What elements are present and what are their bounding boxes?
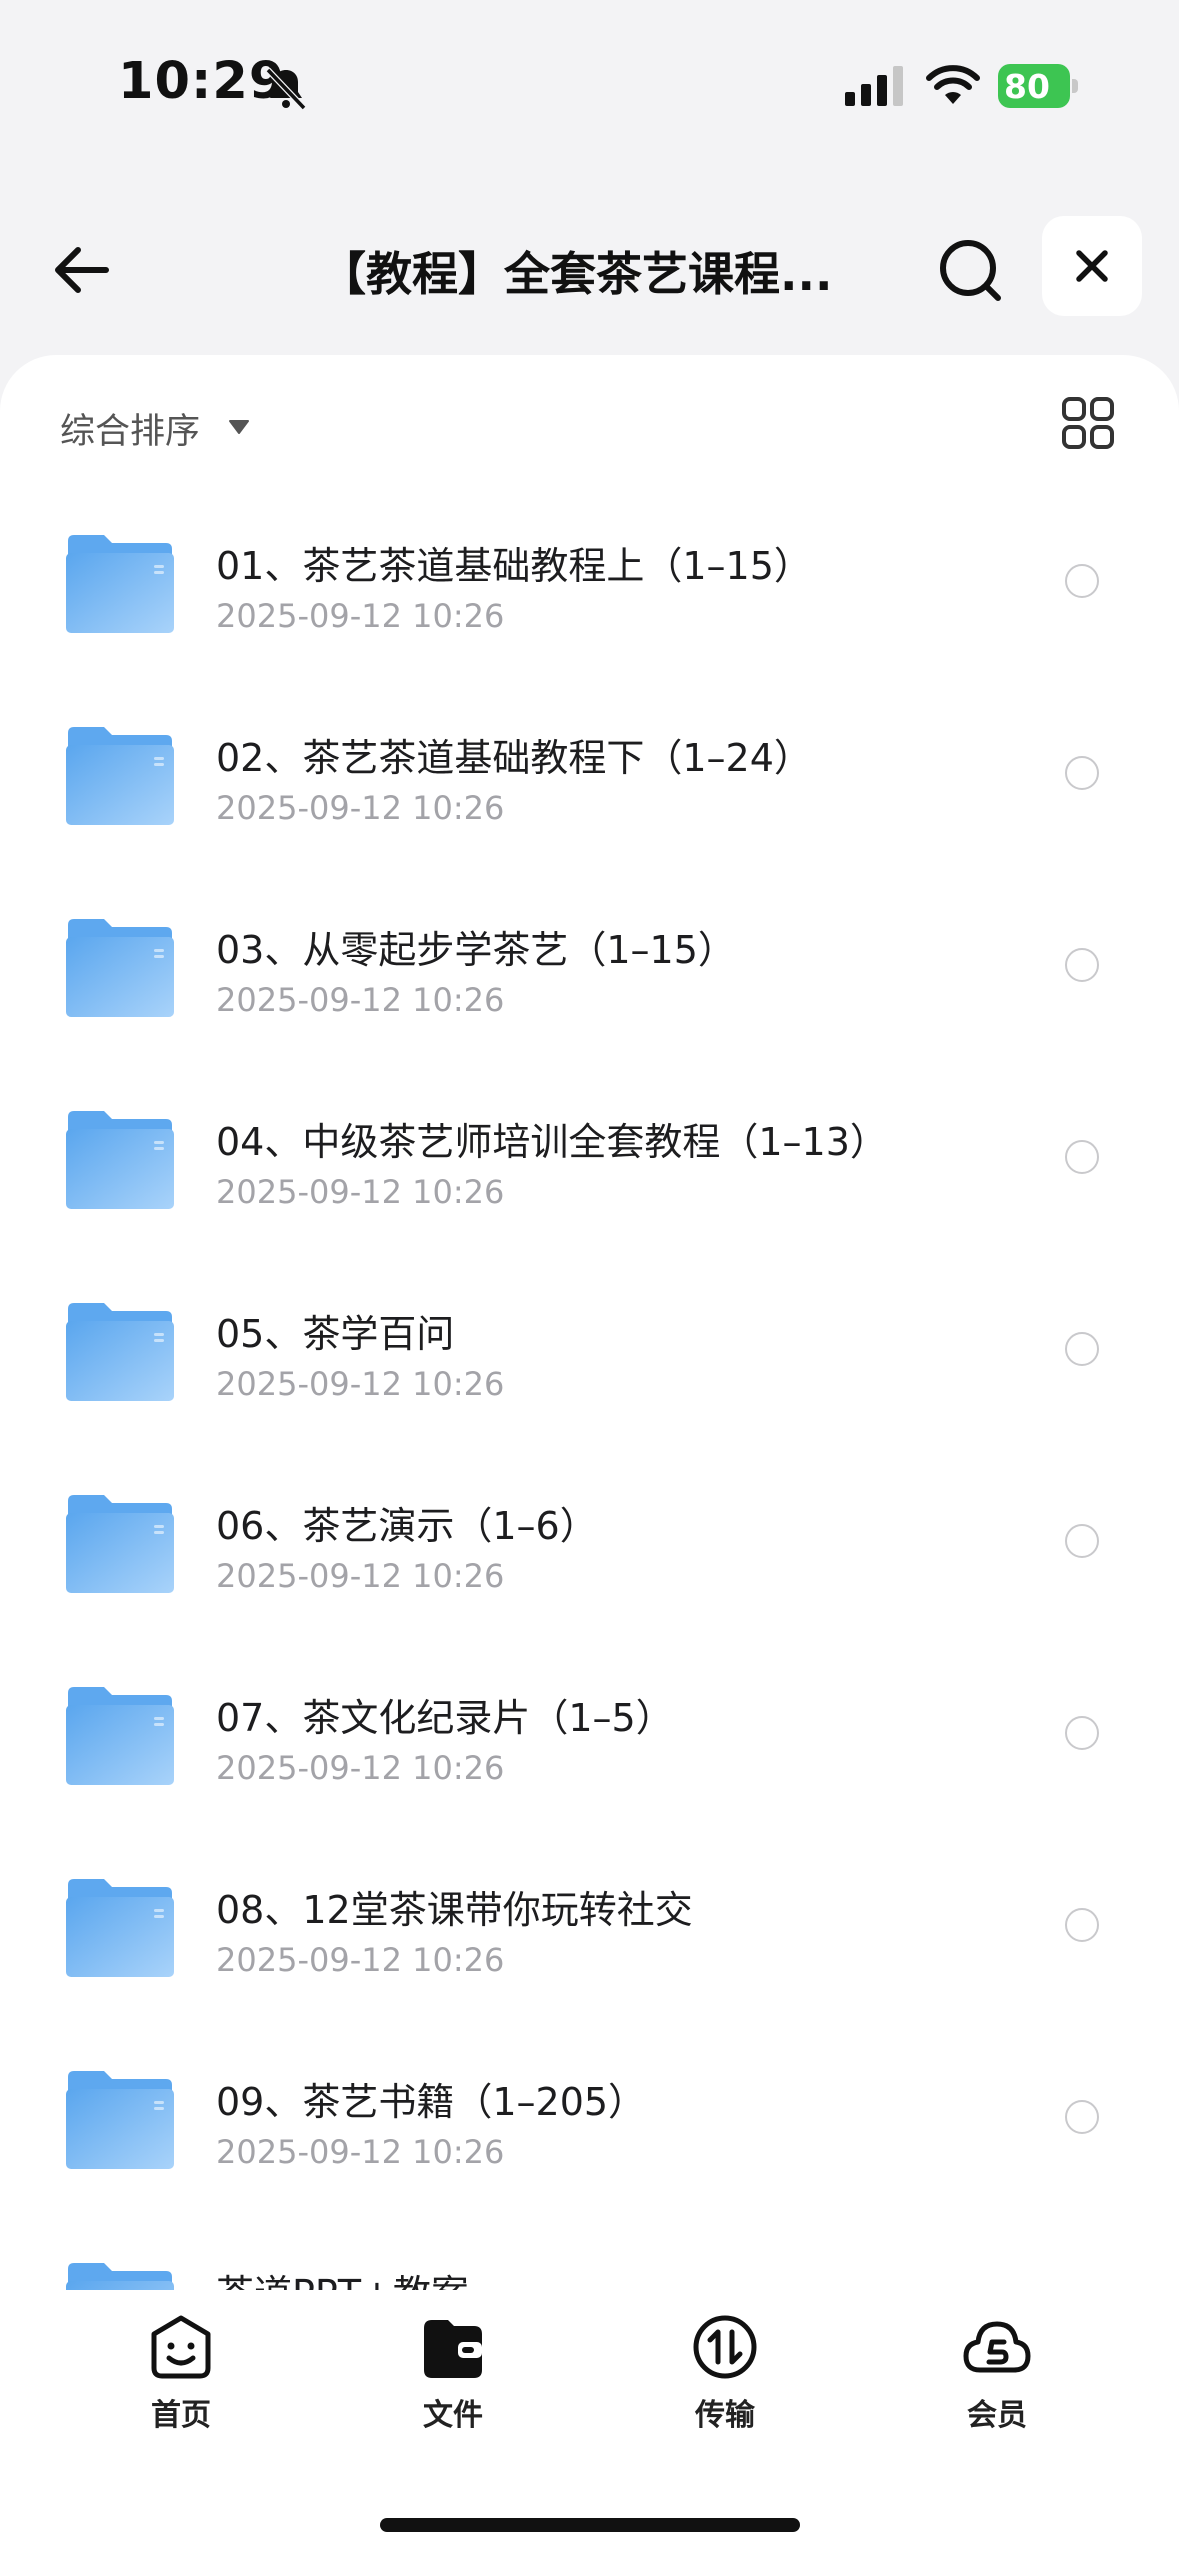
folder-icon — [64, 1685, 176, 1787]
wifi-icon — [926, 65, 980, 104]
file-name: 09、茶艺书籍（1–205） — [216, 2080, 647, 2124]
home-indicator — [380, 2518, 800, 2532]
file-browser-panel: 综合排序 01、茶艺茶道基础教程上（1–15） 2025-09-12 10:26 0… — [0, 355, 1179, 2556]
tab-files[interactable]: 文件 — [373, 2312, 533, 2433]
cellular-signal-icon — [845, 66, 903, 106]
select-radio[interactable] — [1065, 1140, 1099, 1174]
page-title: 【教程】全套茶艺课程... — [320, 247, 833, 301]
back-arrow-icon[interactable] — [44, 232, 120, 308]
file-date: 2025-09-12 10:26 — [216, 1941, 505, 1979]
sort-dropdown[interactable]: 综合排序 — [60, 403, 200, 454]
file-date: 2025-09-12 10:26 — [216, 1557, 505, 1595]
transfer-arrows-icon — [693, 2315, 757, 2379]
select-radio[interactable] — [1065, 1524, 1099, 1558]
file-date: 2025-09-12 10:26 — [216, 1173, 505, 1211]
file-list: 01、茶艺茶道基础教程上（1–15） 2025-09-12 10:26 02、茶艺茶… — [0, 500, 1179, 2295]
battery-indicator: 80 — [998, 64, 1080, 108]
folder-icon — [64, 1301, 176, 1403]
caret-down-icon[interactable] — [228, 419, 250, 435]
file-name: 02、茶艺茶道基础教程下（1–24） — [216, 736, 812, 780]
select-radio[interactable] — [1065, 1332, 1099, 1366]
select-radio[interactable] — [1065, 2100, 1099, 2134]
tab-transfer[interactable]: 传输 — [645, 2312, 805, 2433]
wallet-folder-icon — [424, 2320, 482, 2378]
bell-muted-icon — [265, 67, 307, 111]
file-name: 05、茶学百问 — [216, 1312, 455, 1356]
folder-icon — [64, 917, 176, 1019]
file-name: 01、茶艺茶道基础教程上（1–15） — [216, 544, 812, 588]
file-row[interactable]: 08、12堂茶课带你玩转社交 2025-09-12 10:26 — [0, 1844, 1179, 2036]
select-radio[interactable] — [1065, 564, 1099, 598]
file-name: 04、中级茶艺师培训全套教程（1–13） — [216, 1120, 888, 1164]
file-row[interactable]: 05、茶学百问 2025-09-12 10:26 — [0, 1268, 1179, 1460]
folder-icon — [64, 533, 176, 635]
file-row[interactable]: 02、茶艺茶道基础教程下（1–24） 2025-09-12 10:26 — [0, 692, 1179, 884]
tab-bar: 首页 文件 传输 会员 — [0, 2290, 1179, 2556]
file-row[interactable]: 07、茶文化纪录片（1–5） 2025-09-12 10:26 — [0, 1652, 1179, 1844]
file-date: 2025-09-12 10:26 — [216, 981, 505, 1019]
select-radio[interactable] — [1065, 756, 1099, 790]
grid-view-icon[interactable] — [1060, 395, 1116, 451]
select-radio[interactable] — [1065, 948, 1099, 982]
tab-home-label: 首页 — [151, 2398, 211, 2433]
close-button[interactable] — [1042, 216, 1142, 316]
select-radio[interactable] — [1065, 1908, 1099, 1942]
file-name: 06、茶艺演示（1–6） — [216, 1504, 598, 1548]
file-row[interactable]: 06、茶艺演示（1–6） 2025-09-12 10:26 — [0, 1460, 1179, 1652]
file-date: 2025-09-12 10:26 — [216, 789, 505, 827]
close-icon — [1076, 250, 1108, 282]
tab-home[interactable]: 首页 — [101, 2312, 261, 2433]
tab-member-label: 会员 — [967, 2398, 1027, 2433]
folder-icon — [64, 2069, 176, 2171]
file-date: 2025-09-12 10:26 — [216, 2133, 505, 2171]
battery-level: 80 — [1004, 67, 1050, 106]
tab-member[interactable]: 会员 — [917, 2312, 1077, 2433]
file-row[interactable]: 01、茶艺茶道基础教程上（1–15） 2025-09-12 10:26 — [0, 500, 1179, 692]
file-row[interactable]: 09、茶艺书籍（1–205） 2025-09-12 10:26 — [0, 2036, 1179, 2228]
file-date: 2025-09-12 10:26 — [216, 1749, 505, 1787]
file-name: 07、茶文化纪录片（1–5） — [216, 1696, 674, 1740]
folder-icon — [64, 725, 176, 827]
file-date: 2025-09-12 10:26 — [216, 1365, 505, 1403]
cloud-member-icon — [963, 2321, 1031, 2373]
status-bar: 10:29 80 — [0, 0, 1179, 175]
folder-icon — [64, 1493, 176, 1595]
folder-icon — [64, 1877, 176, 1979]
file-row[interactable]: 茶道PPT+教案 — [0, 2228, 1179, 2295]
smiley-home-icon — [151, 2315, 211, 2379]
status-time: 10:29 — [118, 52, 286, 111]
search-icon[interactable] — [932, 232, 1008, 308]
folder-icon — [64, 1109, 176, 1211]
tab-files-label: 文件 — [423, 2398, 483, 2433]
select-radio[interactable] — [1065, 1716, 1099, 1750]
file-name: 08、12堂茶课带你玩转社交 — [216, 1888, 693, 1932]
file-name: 03、从零起步学茶艺（1–15） — [216, 928, 736, 972]
file-row[interactable]: 03、从零起步学茶艺（1–15） 2025-09-12 10:26 — [0, 884, 1179, 1076]
file-row[interactable]: 04、中级茶艺师培训全套教程（1–13） 2025-09-12 10:26 — [0, 1076, 1179, 1268]
file-date: 2025-09-12 10:26 — [216, 597, 505, 635]
tab-transfer-label: 传输 — [695, 2398, 755, 2433]
